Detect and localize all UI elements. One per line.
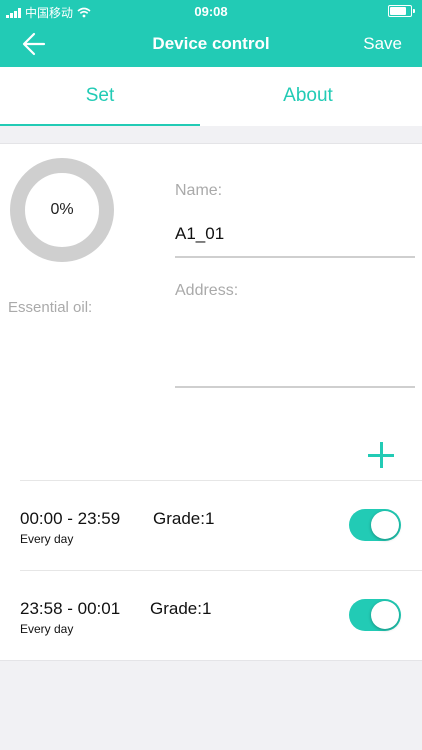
schedule-repeat: Every day bbox=[20, 532, 74, 546]
schedule-grade: Grade:1 bbox=[150, 599, 212, 618]
tab-set[interactable]: Set bbox=[0, 67, 200, 124]
save-button[interactable]: Save bbox=[363, 34, 402, 54]
essential-oil-label: Essential oil: bbox=[8, 299, 93, 316]
address-input[interactable] bbox=[175, 312, 415, 388]
schedule-toggle[interactable] bbox=[349, 599, 401, 631]
schedule-time-range: 23:58 - 00:01 bbox=[20, 599, 121, 618]
tab-about[interactable]: About bbox=[205, 67, 411, 124]
toggle-knob bbox=[371, 511, 399, 539]
oil-level-percent: 0% bbox=[50, 201, 74, 218]
app-header: 中国移动 09:08 Device control Save bbox=[0, 0, 422, 67]
status-bar: 中国移动 09:08 bbox=[0, 0, 422, 22]
address-label: Address: bbox=[175, 282, 239, 299]
schedule-row: 23:58 - 00:01 Grade:1 Every day bbox=[20, 570, 422, 660]
tab-bar: Set About bbox=[0, 67, 422, 126]
battery-icon bbox=[388, 5, 415, 17]
add-schedule-button[interactable] bbox=[368, 442, 396, 470]
schedule-row: 00:00 - 23:59 Grade:1 Every day bbox=[20, 480, 422, 570]
schedule-repeat: Every day bbox=[20, 622, 74, 636]
name-label: Name: bbox=[175, 182, 223, 199]
status-time: 09:08 bbox=[194, 4, 228, 19]
name-input[interactable] bbox=[175, 212, 415, 258]
schedule-toggle[interactable] bbox=[349, 509, 401, 541]
nav-bar: Device control Save bbox=[0, 22, 422, 67]
device-settings-card: 0% Essential oil: Name: Address: 00:00 -… bbox=[0, 143, 422, 661]
schedule-time-range: 00:00 - 23:59 bbox=[20, 509, 121, 528]
schedule-grade: Grade:1 bbox=[153, 509, 215, 528]
page-title: Device control bbox=[152, 34, 270, 53]
toggle-knob bbox=[371, 601, 399, 629]
active-tab-indicator bbox=[0, 124, 200, 126]
